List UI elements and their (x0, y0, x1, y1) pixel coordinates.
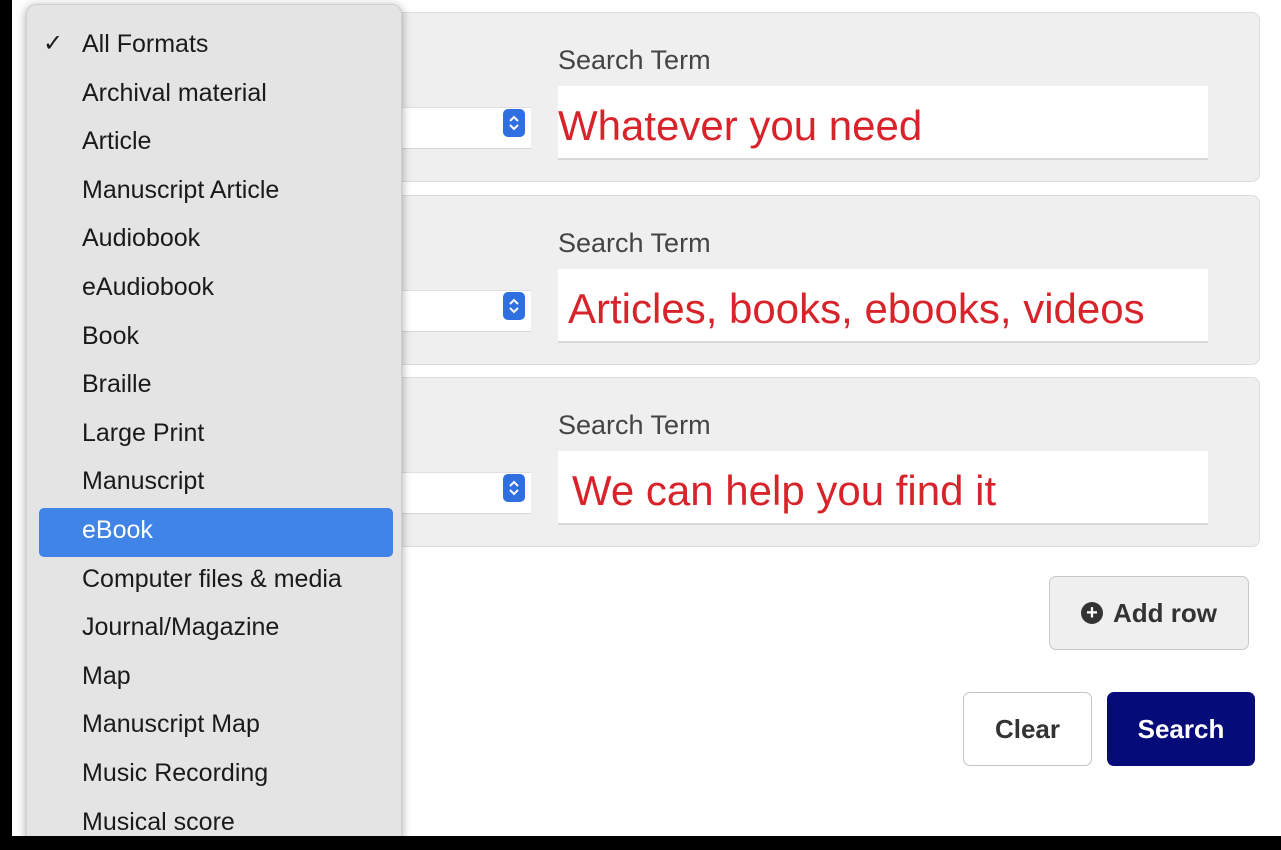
add-row-button[interactable]: + Add row (1049, 576, 1249, 650)
format-option-label: Manuscript Map (82, 710, 260, 739)
format-option[interactable]: Book (39, 314, 393, 363)
format-option-label: Manuscript Article (82, 175, 280, 204)
search-term-label: Search Term (558, 45, 711, 75)
format-option-label: Large Print (82, 418, 205, 447)
format-option-label: Journal/Magazine (82, 613, 280, 642)
search-term-label: Search Term (558, 410, 711, 440)
format-option-label: Book (82, 321, 139, 350)
format-option-label: eBook (82, 515, 153, 544)
search-term-value: Articles, books, ebooks, videos (568, 285, 1145, 332)
screen: Search Term Whatever you need Search Ter… (0, 0, 1281, 850)
format-option-label: Musical score (82, 807, 235, 836)
search-term-input-2[interactable]: Articles, books, ebooks, videos (558, 269, 1208, 343)
format-option-label: Article (82, 127, 152, 156)
format-option[interactable]: Manuscript Map (39, 702, 393, 751)
format-option[interactable]: Musical score (39, 800, 393, 837)
search-button[interactable]: Search (1107, 692, 1255, 766)
advanced-search-page: Search Term Whatever you need Search Ter… (12, 0, 1281, 836)
format-option[interactable]: Computer files & media (39, 557, 393, 606)
format-option[interactable]: ✓ All Formats (39, 22, 393, 71)
select-arrows-icon[interactable] (503, 109, 525, 137)
format-option[interactable]: Manuscript (39, 459, 393, 508)
format-option[interactable]: Map (39, 654, 393, 703)
format-option-label: eAudiobook (82, 272, 215, 301)
format-option[interactable]: Braille (39, 362, 393, 411)
format-options-list: ✓ All Formats Archival material Article Manu… (27, 22, 401, 836)
search-term-value: Whatever you need (558, 102, 923, 149)
format-option[interactable]: Archival material (39, 71, 393, 120)
format-option[interactable]: Manuscript Article (39, 168, 393, 217)
search-row-1: Search Term Whatever you need (380, 12, 1260, 182)
format-option-label: Braille (82, 370, 152, 399)
add-row-label: Add row (1113, 597, 1217, 628)
search-term-input-3[interactable]: We can help you find it (558, 451, 1208, 525)
select-arrows-icon[interactable] (503, 292, 525, 320)
format-option-label: Music Recording (82, 758, 269, 787)
format-option[interactable]: Article (39, 119, 393, 168)
format-option[interactable]: eBook (39, 507, 393, 557)
format-option-label: Manuscript (82, 467, 205, 496)
search-row-3: Search Term We can help you find it (380, 377, 1260, 547)
search-term-input-1[interactable]: Whatever you need (558, 86, 1208, 160)
format-option[interactable]: Journal/Magazine (39, 605, 393, 654)
plus-circle-icon: + (1081, 602, 1103, 624)
select-arrows-icon[interactable] (503, 474, 525, 502)
format-dropdown-menu: ✓ All Formats Archival material Article Manu… (26, 4, 402, 836)
format-option-label: All Formats (82, 30, 209, 58)
format-option-label: Archival material (82, 78, 267, 107)
format-option-label: Map (82, 661, 131, 690)
format-option-label: Audiobook (82, 224, 201, 253)
search-term-value: We can help you find it (572, 467, 997, 514)
format-option[interactable]: Audiobook (39, 216, 393, 265)
format-option-label: Computer files & media (82, 564, 342, 593)
format-option[interactable]: eAudiobook (39, 265, 393, 314)
format-option[interactable]: Large Print (39, 411, 393, 460)
search-row-2: Search Term Articles, books, ebooks, vid… (380, 195, 1260, 365)
checkmark-icon: ✓ (43, 30, 64, 57)
format-option[interactable]: Music Recording (39, 751, 393, 800)
clear-button[interactable]: Clear (963, 692, 1092, 766)
search-term-label: Search Term (558, 228, 711, 258)
